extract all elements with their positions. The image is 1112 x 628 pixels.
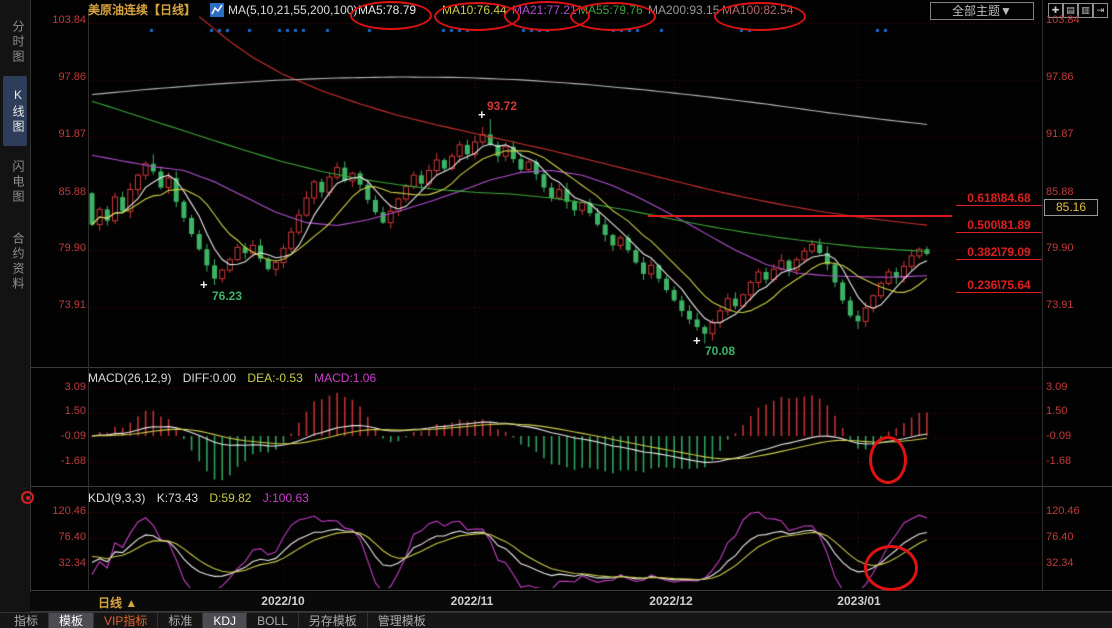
date-label-0: 2022/10 bbox=[261, 594, 304, 608]
right-pane-icon[interactable]: ▥ bbox=[1078, 3, 1093, 18]
main-axis-left-tick-2: 91.87 bbox=[44, 128, 86, 141]
main-axis-left-tick-1: 97.86 bbox=[44, 71, 86, 84]
macd-axis-right-tick-0: 3.09 bbox=[1046, 381, 1067, 394]
bottom-tab-bar: 指标模板VIP指标标准KDJBOLL另存模板管理模板 bbox=[0, 612, 1112, 628]
kdj-k-value: K:73.43 bbox=[157, 491, 198, 505]
main-axis-right-tick-1: 97.86 bbox=[1046, 71, 1074, 84]
date-label-3: 2023/01 bbox=[837, 594, 880, 608]
current-price-box: 85.16 bbox=[1044, 199, 1098, 216]
ma-value-ma200: MA200:93.15 bbox=[648, 3, 719, 17]
sidebar-item-1[interactable]: K线图 bbox=[3, 76, 27, 146]
title-annotation-circle-4 bbox=[714, 2, 806, 31]
swing-low-oct-marker: + bbox=[200, 280, 208, 290]
date-label-1: 2022/11 bbox=[451, 594, 494, 608]
macd-axis-right-tick-2: -0.09 bbox=[1046, 430, 1071, 443]
left-sidebar: 分时图K线图闪电图合约资料 bbox=[0, 0, 31, 612]
macd-diff-value: DIFF:0.00 bbox=[183, 371, 236, 385]
main-axis-left-tick-0: 103.84 bbox=[44, 14, 86, 27]
symbol-title: 美原油连续【日线】 bbox=[88, 3, 196, 17]
panel-divider bbox=[30, 590, 1112, 591]
expand-pane-icon[interactable]: ⇥ bbox=[1093, 3, 1108, 18]
main-axis-left-tick-5: 73.91 bbox=[44, 299, 86, 312]
macd-axis-left-tick-0: 3.09 bbox=[44, 381, 86, 394]
kdj-axis-right-tick-2: 32.34 bbox=[1046, 557, 1074, 570]
fib-level-2[interactable]: 0.382\79.09 bbox=[956, 246, 1042, 260]
sidebar-item-0[interactable]: 分时图 bbox=[3, 6, 27, 78]
kdj-axis-left-tick-1: 76.40 bbox=[44, 531, 86, 544]
main-axis-right-tick-0: 103.84 bbox=[1046, 14, 1080, 27]
title-annotation-circle-0 bbox=[350, 1, 432, 30]
tab-标准[interactable]: 标准 bbox=[157, 613, 202, 628]
macd-params-label[interactable]: MACD(26,12,9) bbox=[88, 371, 171, 385]
tab-BOLL[interactable]: BOLL bbox=[246, 613, 298, 628]
tab-另存模板[interactable]: 另存模板 bbox=[298, 613, 367, 628]
kdj-d-value: D:59.82 bbox=[209, 491, 251, 505]
kdj-axis-left-tick-2: 32.34 bbox=[44, 557, 86, 570]
macd-macd-value: MACD:1.06 bbox=[314, 371, 376, 385]
panel-divider[interactable] bbox=[30, 367, 1112, 368]
swing-high-label: 93.72 bbox=[487, 99, 517, 113]
swing-low-oct-label: 76.23 bbox=[212, 289, 242, 303]
macd-axis-left-tick-3: -1.68 bbox=[44, 455, 86, 468]
horizontal-price-line[interactable] bbox=[648, 215, 952, 217]
macd-axis-right-tick-1: 1.50 bbox=[1046, 405, 1067, 418]
main-axis-right-tick-4: 79.90 bbox=[1046, 242, 1074, 255]
chart-icon bbox=[210, 3, 224, 22]
ma-settings-label: MA(5,10,21,55,200,100) bbox=[228, 3, 357, 17]
title-annotation-circle-3 bbox=[570, 2, 656, 31]
panel-divider[interactable] bbox=[30, 486, 1112, 487]
kdj-axis-right-tick-1: 76.40 bbox=[1046, 531, 1074, 544]
macd-axis-left-tick-1: 1.50 bbox=[44, 405, 86, 418]
tab-KDJ[interactable]: KDJ bbox=[202, 613, 246, 628]
macd-dea-value: DEA:-0.53 bbox=[247, 371, 302, 385]
kdj-j-value: J:100.63 bbox=[263, 491, 309, 505]
kdj-header: KDJ(9,3,3) K:73.43 D:59.82 J:100.63 bbox=[88, 491, 309, 505]
swing-low-dec-label: 70.08 bbox=[705, 344, 735, 358]
tab-模板[interactable]: 模板 bbox=[48, 613, 93, 628]
theme-selector-button[interactable]: 全部主题▼ bbox=[930, 2, 1034, 20]
swing-high-marker: + bbox=[478, 110, 486, 120]
tab-管理模板[interactable]: 管理模板 bbox=[367, 613, 436, 628]
kdj-axis-right-tick-0: 120.46 bbox=[1046, 505, 1080, 518]
sidebar-item-2[interactable]: 闪电图 bbox=[3, 146, 27, 218]
main-axis-left-tick-4: 79.90 bbox=[44, 242, 86, 255]
kdj-axis-left-tick-0: 120.46 bbox=[44, 505, 86, 518]
macd-header: MACD(26,12,9) DIFF:0.00 DEA:-0.53 MACD:1… bbox=[88, 371, 376, 385]
sidebar-item-3[interactable]: 合约资料 bbox=[3, 216, 27, 308]
main-axis-right-tick-3: 85.88 bbox=[1046, 186, 1074, 199]
plot-right-border bbox=[1042, 0, 1043, 590]
macd-axis-right-tick-3: -1.68 bbox=[1046, 455, 1071, 468]
bottom-tabs-group: 指标模板VIP指标标准KDJBOLL另存模板管理模板 bbox=[4, 613, 1112, 628]
fib-level-0[interactable]: 0.618\84.68 bbox=[956, 192, 1042, 206]
macd-cross-circle bbox=[869, 436, 907, 484]
chart-application-window: 分时图K线图闪电图合约资料 美原油连续【日线】 MA(5,10,21,55,20… bbox=[0, 0, 1112, 628]
date-label-2: 2022/12 bbox=[649, 594, 692, 608]
date-axis-row bbox=[30, 592, 1112, 611]
tab-指标[interactable]: 指标 bbox=[4, 613, 48, 628]
kdj-cross-circle bbox=[864, 545, 918, 591]
tab-VIP指标[interactable]: VIP指标 bbox=[93, 613, 157, 628]
fib-vertical-dashed-line[interactable] bbox=[936, 117, 937, 350]
main-axis-left-tick-3: 85.88 bbox=[44, 186, 86, 199]
swing-low-dec-marker: + bbox=[693, 336, 701, 346]
period-selector[interactable]: 日线 ▲ bbox=[98, 594, 137, 611]
fib-bottom-dashed-line bbox=[943, 347, 1040, 348]
kdj-params-label[interactable]: KDJ(9,3,3) bbox=[88, 491, 145, 505]
main-axis-right-tick-2: 91.87 bbox=[1046, 128, 1074, 141]
indicator-settings-icon[interactable] bbox=[21, 491, 34, 504]
macd-axis-left-tick-2: -0.09 bbox=[44, 430, 86, 443]
fib-level-3[interactable]: 0.236\75.64 bbox=[956, 279, 1042, 293]
main-axis-right-tick-5: 73.91 bbox=[1046, 299, 1074, 312]
indicator-settings-dot bbox=[26, 496, 30, 500]
fib-level-1[interactable]: 0.500\81.89 bbox=[956, 219, 1042, 233]
candlestick-chart-canvas[interactable] bbox=[0, 0, 1112, 628]
fib-top-dashed-line bbox=[943, 116, 1040, 117]
